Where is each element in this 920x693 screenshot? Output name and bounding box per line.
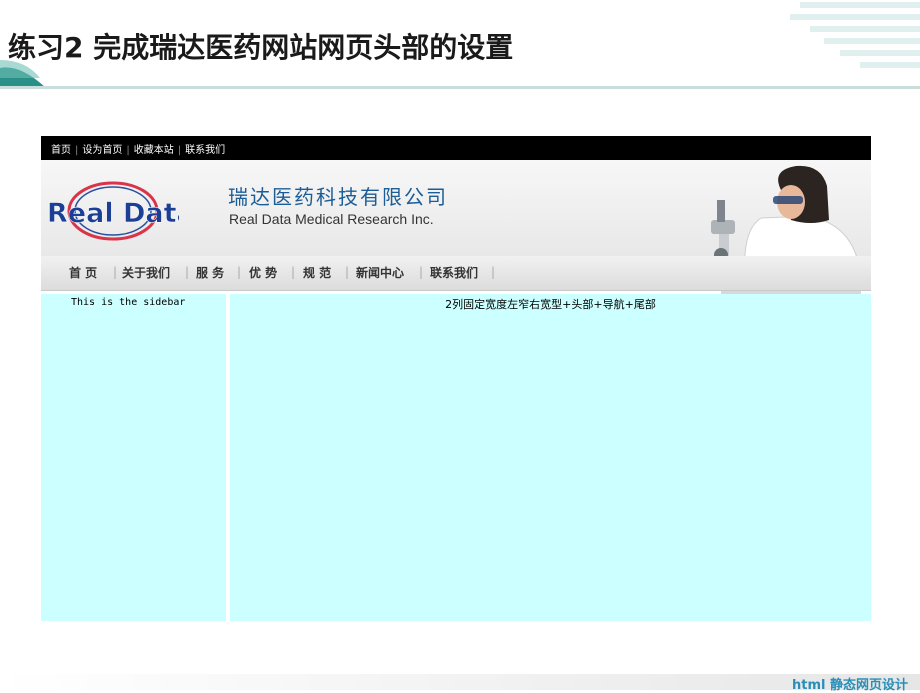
main-content: 2列固定宽度左窄右宽型+头部+导航+尾部 xyxy=(230,294,871,621)
top-link-set-homepage[interactable]: 设为首页 xyxy=(82,145,122,156)
company-name-en: Real Data Medical Research Inc. xyxy=(229,211,434,227)
nav-divider: | xyxy=(291,265,296,279)
nav-item-about[interactable]: 关于我们 xyxy=(122,264,170,281)
site-header: Real Data 瑞达医药科技有限公司 Real Data Medical R… xyxy=(41,160,871,294)
top-link-bar: 首页 | 设为首页 | 收藏本站 | 联系我们 xyxy=(41,136,871,160)
main-navigation: 首 页 | 关于我们 | 服 务 | 优 势 | 规 范 | 新闻中心 | 联系… xyxy=(41,256,871,291)
nav-divider: | xyxy=(237,265,242,279)
sidebar-text: This is the sidebar xyxy=(71,297,186,308)
footer-label: html 静态网页设计 xyxy=(792,678,908,693)
top-links: 首页 | 设为首页 | 收藏本站 | 联系我们 xyxy=(51,145,226,156)
top-link-home[interactable]: 首页 xyxy=(51,145,71,156)
footer-band xyxy=(0,674,920,690)
company-name-cn: 瑞达医药科技有限公司 xyxy=(228,185,448,209)
nav-divider: | xyxy=(113,265,118,279)
nav-item-contact[interactable]: 联系我们 xyxy=(430,264,478,281)
nav-divider: | xyxy=(491,265,496,279)
nav-item-standards[interactable]: 规 范 xyxy=(303,264,331,281)
nav-item-advantages[interactable]: 优 势 xyxy=(249,264,277,281)
main-content-text: 2列固定宽度左窄右宽型+头部+导航+尾部 xyxy=(445,298,656,311)
logo-text: Real Data xyxy=(47,198,179,229)
nav-item-home[interactable]: 首 页 xyxy=(69,264,97,281)
top-link-contact[interactable]: 联系我们 xyxy=(185,145,225,156)
real-data-logo[interactable]: Real Data xyxy=(43,178,179,244)
top-link-bookmark[interactable]: 收藏本站 xyxy=(134,145,174,156)
nav-item-services[interactable]: 服 务 xyxy=(196,264,224,281)
decorative-stripes xyxy=(780,0,920,80)
sidebar: This is the sidebar xyxy=(41,294,226,621)
title-divider xyxy=(0,86,920,89)
nav-divider: | xyxy=(345,265,350,279)
website-mockup: 首页|设为首页|收藏本站|联系我们 Real Data 瑞达医药科技有限公司 R… xyxy=(41,136,871,621)
nav-divider: | xyxy=(419,265,424,279)
nav-divider: | xyxy=(185,265,190,279)
slide-title: 练习2 完成瑞达医药网站网页头部的设置 xyxy=(8,31,514,64)
nav-item-news[interactable]: 新闻中心 xyxy=(356,264,404,281)
